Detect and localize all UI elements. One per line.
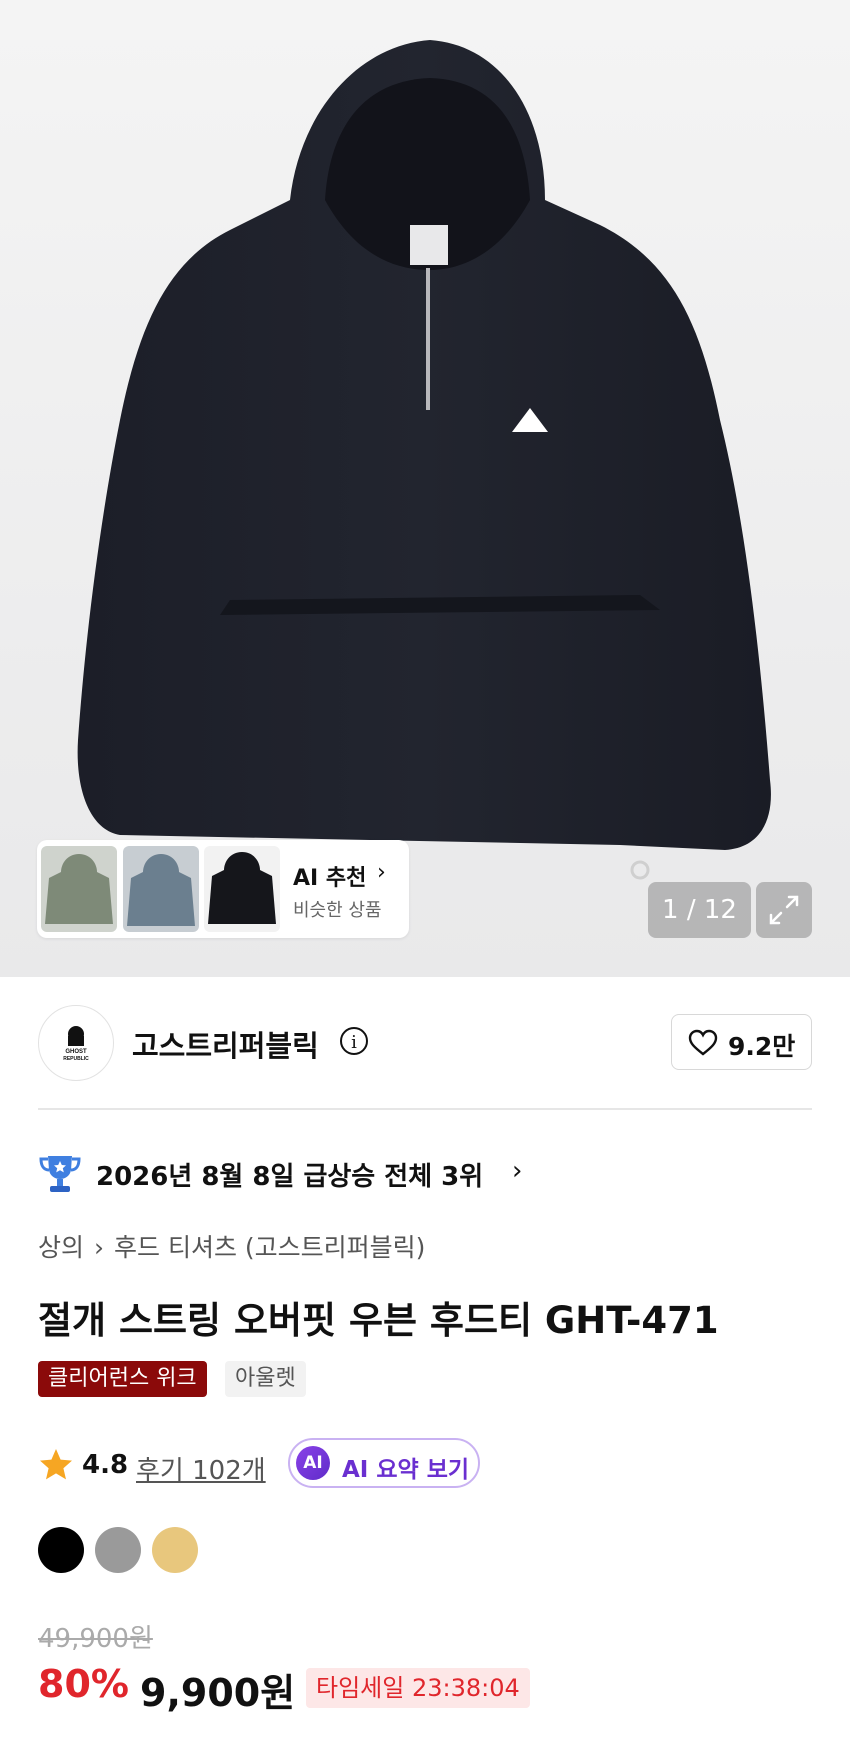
info-icon[interactable]: i [340,1027,368,1055]
brand-name[interactable]: 고스트리퍼블릭 [132,1023,319,1065]
color-swatch-gray[interactable] [95,1527,141,1573]
svg-text:REPUBLIC: REPUBLIC [63,1056,89,1062]
brand-row: GHOST REPUBLIC 고스트리퍼블릭 i 9.2만 [0,977,850,1107]
ranking-text: 2026년 8월 8일 급상승 전체 3위 [96,1162,484,1192]
ai-recommend-title: AI 추천 [293,866,367,891]
similar-thumb-1[interactable] [41,846,117,932]
discount-rate: 80% [38,1662,129,1706]
chevron-right-icon: › [512,1156,523,1186]
clearance-badge: 클리어런스 위크 [38,1361,207,1397]
breadcrumb: 상의 › 후드 티셔츠 (고스트리퍼블릭) [38,1228,425,1264]
similar-thumb-3[interactable] [204,846,280,932]
image-pager: 1 / 12 [648,882,751,938]
chevron-right-icon: › [94,1233,105,1262]
chevron-right-icon: › [377,860,386,885]
product-image [77,40,771,880]
star-icon [40,1449,72,1480]
ai-recommend-subtitle: 비슷한 상품 [293,900,382,921]
breadcrumb-item[interactable]: 상의 [38,1233,84,1262]
ai-summary-button[interactable]: AI AI 요약 보기 [288,1438,480,1488]
reviews-link[interactable]: 후기 102개 [136,1450,266,1487]
heart-icon [688,1029,718,1056]
color-swatch-black[interactable] [38,1527,84,1573]
product-gallery[interactable]: AI 추천 › 비슷한 상품 1 / 12 [0,0,850,977]
breadcrumb-item[interactable]: 후드 티셔츠 (고스트리퍼블릭) [114,1233,425,1262]
color-swatch-beige[interactable] [152,1527,198,1573]
sale-price: 9,900원 [140,1671,296,1715]
product-title: 절개 스트링 오버핏 우븐 후드티 GHT-471 [38,1299,719,1342]
ai-summary-label: AI 요약 보기 [342,1457,470,1483]
ai-recommend-card[interactable]: AI 추천 › 비슷한 상품 [37,840,409,938]
svg-text:GHOST: GHOST [65,1049,87,1055]
brand-logo[interactable]: GHOST REPUBLIC [38,1005,114,1081]
like-button[interactable]: 9.2만 [671,1014,812,1070]
timesale-badge: 타임세일 23:38:04 [306,1668,530,1708]
divider [38,1108,812,1110]
similar-thumb-2[interactable] [123,846,199,932]
like-count: 9.2만 [728,1032,796,1061]
ai-icon: AI [296,1446,330,1480]
original-price: 49,900원 [38,1624,153,1654]
trophy-icon [39,1156,81,1192]
expand-icon[interactable] [756,882,812,938]
outlet-badge: 아울렛 [225,1361,306,1397]
rating-score: 4.8 [82,1450,129,1480]
